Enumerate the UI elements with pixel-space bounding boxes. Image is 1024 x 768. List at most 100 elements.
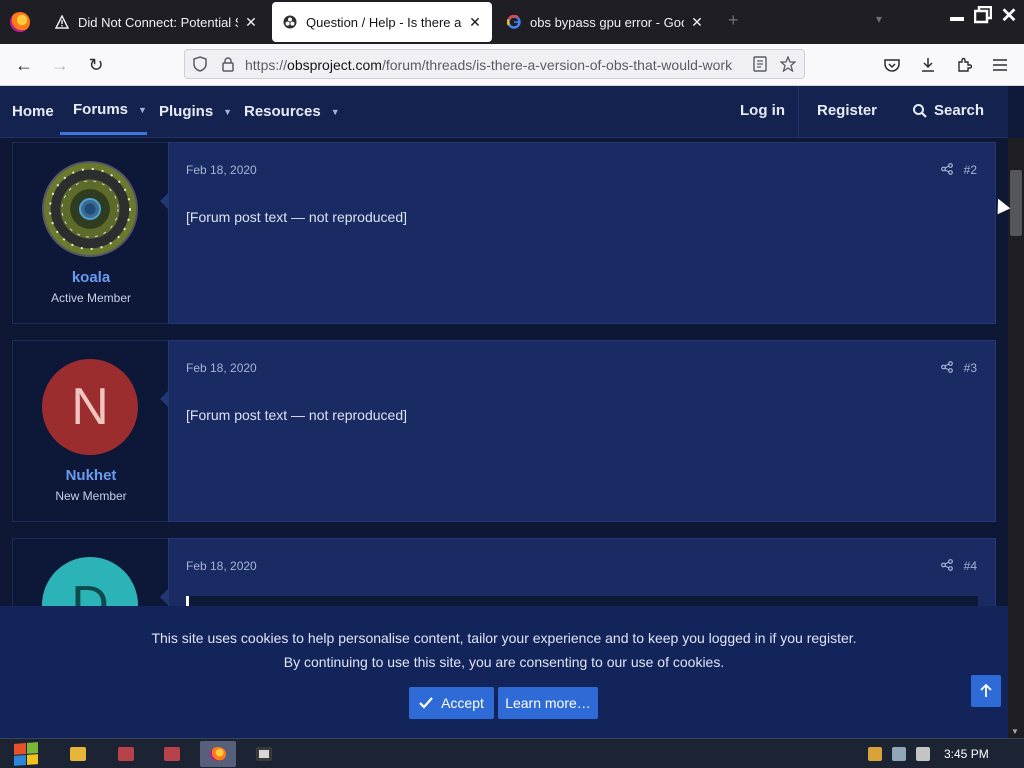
- cookie-notice-line2: By continuing to use this site, you are …: [283, 654, 725, 670]
- page-scrollbar[interactable]: ▼: [1008, 138, 1024, 738]
- nav-forums-label: Forums: [73, 101, 129, 118]
- share-icon[interactable]: [941, 559, 953, 574]
- avatar[interactable]: N: [42, 359, 138, 455]
- url-domain: obsproject.com: [287, 57, 382, 73]
- close-tab-icon[interactable]: ✕: [244, 14, 258, 31]
- chevron-down-icon[interactable]: ▼: [138, 105, 147, 115]
- avatar[interactable]: [42, 161, 138, 257]
- shield-icon[interactable]: [191, 55, 209, 73]
- close-window-icon[interactable]: ✕: [998, 4, 1020, 27]
- google-icon: [506, 14, 522, 30]
- nav-resources[interactable]: Resources ▼: [244, 103, 340, 120]
- volume-muted-tray-icon[interactable]: [916, 747, 930, 761]
- taskbar-firefox[interactable]: [200, 741, 236, 767]
- tab-label: Question / Help - Is there a version of …: [306, 14, 462, 30]
- tab-security-issue[interactable]: Did Not Connect: Potential Security Issu…: [44, 2, 268, 42]
- network-tray-icon[interactable]: [892, 747, 906, 761]
- login-link[interactable]: Log in: [740, 102, 785, 119]
- windows-taskbar: 3:45 PM: [0, 738, 1024, 768]
- firefox-icon: [210, 747, 226, 761]
- url-bar[interactable]: https://obsproject.com/forum/threads/is-…: [184, 49, 805, 79]
- share-icon[interactable]: [941, 163, 953, 178]
- nav-plugins[interactable]: Plugins ▼: [159, 103, 232, 120]
- taskbar-file-explorer[interactable]: [60, 741, 96, 767]
- post-date[interactable]: Feb 18, 2020: [186, 559, 257, 573]
- nav-home[interactable]: Home: [12, 103, 54, 120]
- post-number[interactable]: #3: [964, 361, 977, 375]
- reload-icon[interactable]: ↻: [82, 52, 110, 78]
- scrollbar-thumb[interactable]: [1010, 170, 1022, 236]
- post-user-pane: koala Active Member: [12, 142, 168, 324]
- post-message: Feb 18, 2020 #2 [Forum post text — not r…: [168, 142, 996, 324]
- warning-icon: [54, 14, 70, 30]
- firefox-icon[interactable]: [10, 12, 30, 32]
- chevron-down-icon[interactable]: ▼: [223, 107, 232, 117]
- cookie-banner: This site uses cookies to help personali…: [0, 606, 1008, 738]
- post-date[interactable]: Feb 18, 2020: [186, 163, 257, 177]
- forward-arrow-icon[interactable]: →: [46, 52, 74, 78]
- bookmark-star-icon[interactable]: [779, 55, 797, 73]
- browser-tab-strip: Did Not Connect: Potential Security Issu…: [0, 0, 1024, 44]
- hamburger-menu-icon[interactable]: [986, 52, 1014, 78]
- app-window-icon: [118, 747, 134, 761]
- browser-navigation-bar: ← → ↻ https://obsproject.com/forum/threa…: [0, 44, 1024, 86]
- post-body: [Forum post text — not reproduced]: [186, 209, 407, 225]
- username-link[interactable]: Nukhet: [13, 467, 169, 484]
- share-icon[interactable]: [941, 361, 953, 376]
- forum-post: N Nukhet New Member Feb 18, 2020 #3 [For…: [12, 340, 996, 522]
- username-link[interactable]: koala: [13, 269, 169, 286]
- learn-more-button[interactable]: Learn more…: [498, 687, 598, 719]
- accept-label: Accept: [441, 695, 484, 711]
- accept-cookies-button[interactable]: Accept: [409, 687, 494, 719]
- forum-post: koala Active Member Feb 18, 2020 #2 [For…: [12, 142, 996, 324]
- url-text[interactable]: https://obsproject.com/forum/threads/is-…: [245, 57, 739, 73]
- post-date[interactable]: Feb 18, 2020: [186, 361, 257, 375]
- close-tab-icon[interactable]: ✕: [690, 14, 704, 31]
- scroll-to-top-button[interactable]: [971, 675, 1001, 707]
- nav-forums[interactable]: Forums ▼: [73, 101, 147, 118]
- user-title: Active Member: [50, 291, 132, 305]
- app-window-icon: [164, 747, 180, 761]
- close-tab-icon[interactable]: ✕: [468, 14, 482, 31]
- post-number[interactable]: #2: [964, 163, 977, 177]
- list-tabs-chevron-icon[interactable]: ▾: [876, 12, 882, 26]
- folder-icon: [70, 747, 86, 761]
- taskbar-app-3[interactable]: [246, 741, 282, 767]
- downloads-icon[interactable]: [914, 52, 942, 78]
- search-label: Search: [934, 102, 985, 119]
- taskbar-clock[interactable]: 3:45 PM: [944, 747, 989, 761]
- reader-view-icon[interactable]: [751, 55, 769, 73]
- cookie-notice-line1: This site uses cookies to help personali…: [151, 630, 857, 646]
- post-body: [Forum post text — not reproduced]: [186, 407, 407, 423]
- tab-label: Did Not Connect: Potential Security Issu…: [78, 14, 238, 30]
- restore-window-icon[interactable]: [972, 4, 994, 26]
- pocket-icon[interactable]: [878, 52, 906, 78]
- nav-plugins-label: Plugins: [159, 103, 214, 120]
- active-tab-indicator: [60, 132, 147, 135]
- forum-navigation: Home Forums ▼ Plugins ▼ Resources ▼ Log …: [0, 86, 1008, 138]
- start-button-icon[interactable]: [14, 742, 38, 766]
- lock-icon[interactable]: [219, 55, 237, 73]
- taskbar-app-1[interactable]: [108, 741, 144, 767]
- url-path: /forum/threads/is-there-a-version-of-obs…: [381, 57, 733, 73]
- taskbar-app-2[interactable]: [154, 741, 190, 767]
- search-button[interactable]: Search: [913, 102, 984, 119]
- nav-divider: [798, 86, 799, 138]
- obs-icon: [282, 14, 298, 30]
- minimize-window-icon[interactable]: [946, 4, 968, 26]
- app-window-icon: [256, 747, 272, 761]
- scroll-down-arrow-icon[interactable]: ▼: [1011, 727, 1019, 736]
- new-tab-button[interactable]: +: [728, 10, 739, 31]
- post-number[interactable]: #4: [964, 559, 977, 573]
- tab-google-search[interactable]: obs bypass gpu error - Google Search ✕: [496, 2, 714, 42]
- tab-obs-forum[interactable]: Question / Help - Is there a version of …: [272, 2, 492, 42]
- url-scheme: https://: [245, 57, 288, 73]
- check-icon: [419, 697, 433, 709]
- extensions-icon[interactable]: [950, 52, 978, 78]
- chevron-down-icon[interactable]: ▼: [331, 107, 340, 117]
- register-link[interactable]: Register: [817, 102, 877, 119]
- search-icon: [913, 103, 927, 118]
- security-shield-tray-icon[interactable]: [868, 747, 882, 761]
- back-arrow-icon[interactable]: ←: [10, 52, 38, 78]
- post-message: Feb 18, 2020 #3 [Forum post text — not r…: [168, 340, 996, 522]
